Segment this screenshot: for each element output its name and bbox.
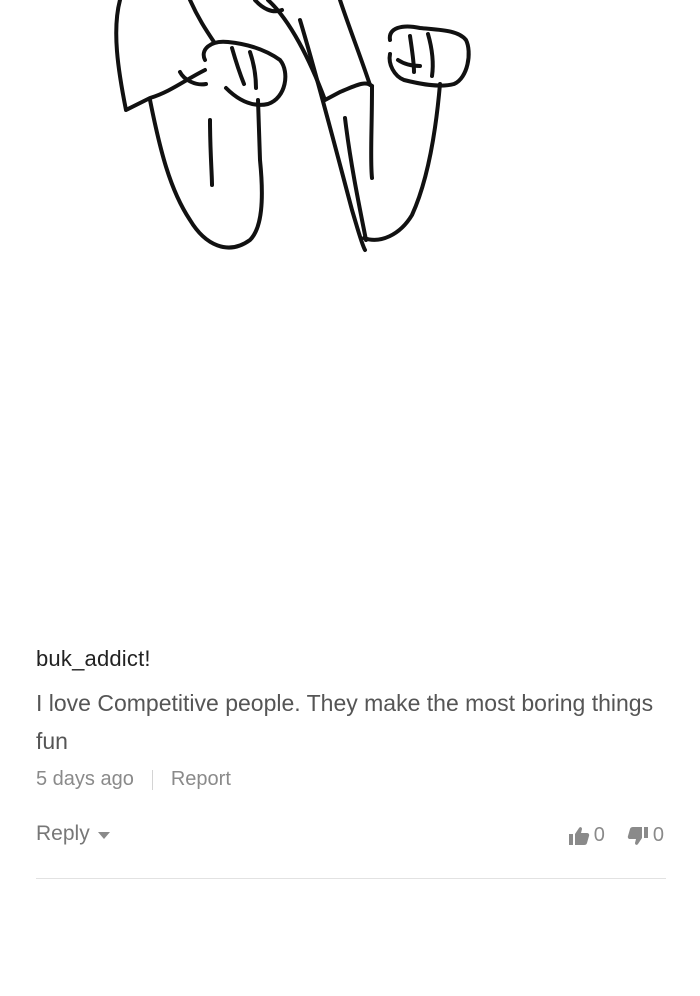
thumbs-down-icon	[627, 826, 648, 845]
comment-username[interactable]: buk_addict!	[36, 646, 151, 672]
downvote-button[interactable]: 0	[627, 824, 664, 847]
downvote-count: 0	[652, 824, 664, 846]
thumbs-up-icon	[568, 826, 589, 845]
comment-meta: 5 days ago Report	[36, 768, 231, 791]
reply-button[interactable]: Reply	[36, 822, 110, 846]
comment-actions: Reply 0 0	[36, 822, 666, 852]
reply-label: Reply	[36, 822, 90, 845]
upvote-count: 0	[593, 824, 605, 846]
chevron-down-icon	[97, 831, 110, 839]
comment-text: I love Competitive people. They make the…	[36, 690, 654, 754]
comment-timestamp: 5 days ago	[36, 768, 134, 790]
upvote-button[interactable]: 0	[568, 824, 605, 847]
comic-drawing	[114, 0, 471, 252]
comic-panel-image	[0, 0, 700, 610]
vote-controls: 0 0	[568, 824, 664, 847]
report-link[interactable]: Report	[171, 768, 231, 791]
meta-divider	[151, 769, 153, 790]
comment-divider	[36, 878, 666, 879]
